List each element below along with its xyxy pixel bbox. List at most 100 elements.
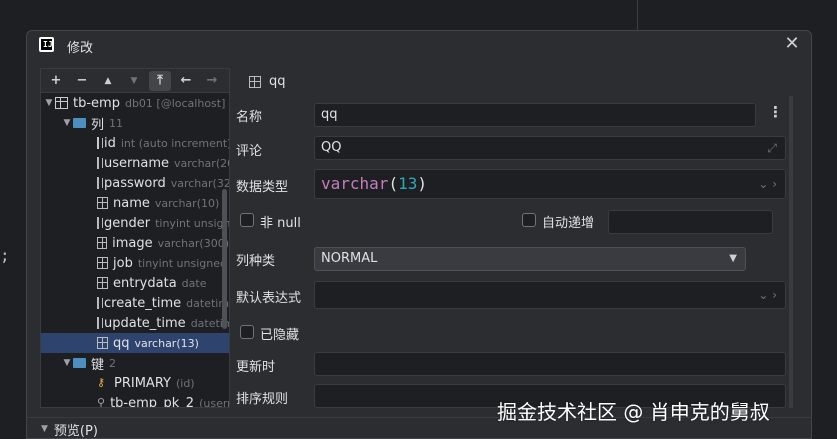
forward-icon[interactable]: → <box>201 71 223 91</box>
key-columns: (id) <box>175 376 195 390</box>
not-null-checkbox[interactable] <box>240 213 254 227</box>
column-icon <box>97 317 103 329</box>
chevron-down-icon[interactable]: ▼ <box>43 98 55 108</box>
not-null-label: 非 null <box>260 216 301 231</box>
column-form: 名称 qq ⋮ 评论 QQ ⤢ 数据类型 varchar(13) ⌄ › 非 n… <box>230 96 800 408</box>
folder-count: 11 <box>109 116 124 130</box>
table-icon <box>55 97 68 109</box>
key-name: PRIMARY <box>114 375 171 391</box>
column-kind-label: 列种类 <box>236 254 276 269</box>
expand-icon[interactable]: ⤢ <box>767 137 777 159</box>
tree-columns-folder[interactable]: ▼ 列 11 <box>41 113 229 133</box>
tree-scrollbar[interactable] <box>222 189 227 329</box>
tree-column-item[interactable]: password varchar(32) <box>41 173 229 193</box>
column-type: tinyint unsigned <box>137 256 227 270</box>
key-column-icon <box>97 137 103 149</box>
watermark: 掘金技术社区 @ 肖申克的舅叔 <box>497 400 770 424</box>
folder-label: 列 <box>91 117 105 133</box>
column-type: tinyint unsigned <box>155 216 229 230</box>
tree-toolbar: + − ▲ ▼ ⤒ ← → <box>41 69 229 93</box>
hidden-checkbox[interactable] <box>240 325 254 339</box>
dialog-title: 修改 <box>67 41 94 56</box>
column-icon <box>249 75 261 88</box>
tree-column-item[interactable]: qq varchar(13) <box>41 333 229 353</box>
datatype-close-paren: ) <box>417 174 427 193</box>
column-type: varchar(300) <box>157 236 229 250</box>
tree-table-node[interactable]: ▼ tb-emp db01 [@localhost] <box>41 93 229 113</box>
on-update-input[interactable] <box>314 352 786 376</box>
folder-label: 键 <box>91 357 105 373</box>
tree-column-item[interactable]: id int (auto increment) <box>41 133 229 153</box>
table-schema: db01 [@localhost] <box>124 96 226 110</box>
datatype-length: 13 <box>398 174 418 193</box>
move-down-icon[interactable]: ▼ <box>123 71 145 91</box>
comment-label: 评论 <box>236 144 263 159</box>
column-icon <box>97 197 108 209</box>
column-type: varchar(32) <box>170 176 230 190</box>
column-name: id <box>104 135 116 151</box>
column-type: date <box>181 276 207 290</box>
more-options-icon[interactable]: ⋮ <box>768 103 783 121</box>
comment-input[interactable]: QQ ⤢ <box>314 136 786 160</box>
default-label: 默认表达式 <box>236 291 302 306</box>
folder-icon <box>73 358 86 368</box>
column-icon <box>97 337 108 349</box>
close-button[interactable]: ✕ <box>783 35 801 53</box>
pin-icon[interactable]: ⤒ <box>149 70 171 91</box>
chevron-down-icon[interactable]: ▼ <box>61 118 73 128</box>
tree-key-item[interactable]: ⚷ PRIMARY (id) <box>41 373 229 393</box>
tree-column-item[interactable]: gender tinyint unsigned <box>41 213 229 233</box>
tree: ▼ tb-emp db01 [@localhost] ▼ 列 11 id int … <box>41 93 229 408</box>
tree-column-item[interactable]: entrydata date <box>41 273 229 293</box>
column-name: image <box>112 235 153 251</box>
chevron-down-icon[interactable]: ▼ <box>61 358 73 368</box>
key-icon: ⚷ <box>97 376 106 389</box>
tree-column-item[interactable]: update_timedatetime <box>41 313 229 333</box>
default-input[interactable]: ⌄ › <box>314 281 786 309</box>
tree-column-item[interactable]: job tinyint unsigned <box>41 253 229 273</box>
tree-keys-folder[interactable]: ▼ 键 2 <box>41 353 229 373</box>
datatype-input[interactable]: varchar(13) ⌄ › <box>314 169 786 199</box>
column-name: username <box>104 155 169 171</box>
auto-increment-input[interactable] <box>608 210 773 234</box>
editor-header-name: qq <box>269 74 286 89</box>
tree-column-item[interactable]: username varchar(20) <box>41 153 229 173</box>
column-type: varchar(13) <box>134 336 199 350</box>
collation-label: 排序规则 <box>236 392 289 407</box>
add-icon[interactable]: + <box>45 71 67 91</box>
on-update-label: 更新时 <box>236 360 276 375</box>
column-name: qq <box>113 335 130 351</box>
tree-column-item[interactable]: name varchar(10) <box>41 193 229 213</box>
dropdown-chevrons-icon[interactable]: ⌄ › <box>758 284 777 306</box>
column-name: gender <box>104 215 151 231</box>
auto-increment-label: 自动递增 <box>542 216 595 231</box>
intellij-logo-icon: IJ <box>39 37 54 52</box>
tree-key-item[interactable]: ⚲ tb-emp_pk_2 (username) <box>41 393 229 408</box>
back-icon[interactable]: ← <box>175 71 197 91</box>
chevron-down-icon[interactable]: ▼ <box>41 424 48 434</box>
comment-value: QQ <box>321 140 342 155</box>
column-icon <box>97 257 108 269</box>
remove-icon[interactable]: − <box>71 71 93 91</box>
editor-header: qq <box>249 74 286 89</box>
tree-column-item[interactable]: create_timedatetime <box>41 293 229 313</box>
hidden-label: 已隐藏 <box>260 328 300 343</box>
tree-column-item[interactable]: image varchar(300) <box>41 233 229 253</box>
column-type: varchar(10) <box>154 196 220 210</box>
column-name: job <box>113 255 133 271</box>
structure-tree-panel: + − ▲ ▼ ⤒ ← → ▼ tb-emp db01 [@localhost]… <box>40 68 230 408</box>
code-semicolon: ; <box>0 246 10 265</box>
folder-icon <box>73 118 86 128</box>
column-icon <box>97 177 103 189</box>
auto-increment-checkbox[interactable] <box>522 213 536 227</box>
key-name: tb-emp_pk_2 <box>110 395 195 408</box>
modify-dialog: IJ 修改 ✕ + − ▲ ▼ ⤒ ← → ▼ tb-emp db01 [@lo… <box>26 30 812 439</box>
dropdown-chevrons-icon[interactable]: ⌄ › <box>758 170 777 198</box>
column-name: password <box>104 175 166 191</box>
move-up-icon[interactable]: ▲ <box>97 71 119 91</box>
form-scrollbar[interactable] <box>789 96 793 408</box>
name-input[interactable]: qq <box>314 103 756 127</box>
column-icon <box>97 237 108 249</box>
editor-divider <box>637 0 638 30</box>
column-kind-select[interactable]: NORMAL ▼ <box>314 247 746 271</box>
